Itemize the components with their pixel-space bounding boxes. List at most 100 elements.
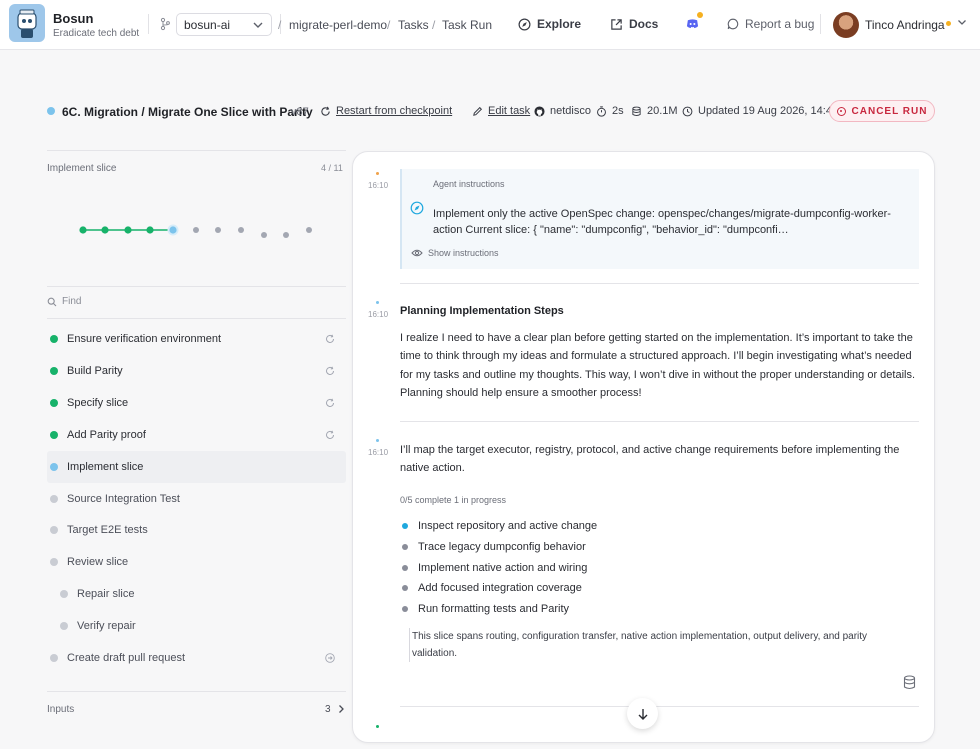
sidebar-step-item[interactable]: Verify repair [47,610,346,642]
chat-bubble-icon [727,18,739,30]
todo-label: Inspect repository and active change [418,520,598,532]
breadcrumb-repo[interactable]: migrate-perl-demo [289,18,387,32]
panel-divider [47,286,346,287]
cancel-run-button[interactable]: CANCEL RUN [829,100,935,122]
show-instructions-toggle[interactable]: Show instructions [411,248,499,258]
user-avatar[interactable] [833,12,859,38]
progress-node[interactable] [124,226,132,234]
external-link-icon [611,18,622,30]
event-timestamp: 16:10 [368,448,389,457]
chevron-down-icon [253,22,263,28]
top-navigation-bar: Bosun Eradicate tech debt bosun-ai / mig… [0,0,980,50]
step-label: Create draft pull request [67,652,186,664]
progress-node[interactable] [169,226,177,234]
step-label: Specify slice [67,396,129,409]
user-name[interactable]: Tinco Andringa [865,18,945,32]
rerun-icon[interactable] [325,398,335,408]
clock-icon [682,106,693,116]
sidebar-step-item[interactable]: Specify slice [47,387,346,419]
report-bug-label: Report a bug [745,17,815,31]
arrow-down-icon [638,708,647,720]
sidebar-step-item[interactable]: Source Integration Test [47,483,346,515]
stopwatch-icon [597,105,606,117]
sidebar-step-item[interactable]: Implement slice [47,450,346,483]
rerun-icon[interactable] [325,430,335,440]
nav-docs[interactable]: Docs [610,17,658,31]
sidebar-step-item[interactable]: Repair slice [47,578,346,610]
progress-node[interactable] [193,227,199,233]
progress-node[interactable] [261,232,267,238]
step-status-dot [50,366,58,375]
progress-node[interactable] [238,227,244,233]
step-label: Build Parity [67,364,123,377]
progress-node[interactable] [215,227,221,233]
timeline-dot [376,725,379,728]
sidebar-step-item[interactable]: Ensure verification environment [47,323,346,355]
repository-link[interactable]: netdisco [534,105,591,117]
notification-dot [697,12,703,18]
progress-node[interactable] [101,226,109,234]
inputs-label[interactable]: Inputs [47,704,74,715]
step-status-dot [60,590,68,599]
breadcrumb-task-run[interactable]: Task Run [442,18,492,32]
discord-icon[interactable] [686,17,699,30]
rerun-icon[interactable] [325,366,335,376]
step-label: Review slice [67,556,129,569]
sidebar-step-item[interactable]: Add Parity proof [47,419,346,451]
todo-note: This slice spans routing, configuration … [409,628,914,662]
organization-select[interactable]: bosun-ai [176,13,272,36]
timeline-dot [376,301,379,304]
step-status-dot [50,526,58,535]
chevron-down-icon[interactable] [957,17,967,27]
agent-instructions-text: Implement only the active OpenSpec chang… [433,208,891,236]
step-status-dot [50,654,58,662]
progress-node[interactable] [79,226,87,234]
edit-task-link[interactable]: Edit task [472,105,530,117]
bosun-logo[interactable] [9,4,45,42]
panel-divider [47,691,346,692]
sidebar-step-item[interactable]: Target E2E tests [47,514,346,546]
inputs-count: 3 [325,704,331,715]
todo-item: Run formatting tests and Parity [400,603,569,615]
sidebar-step-item[interactable]: Review slice [47,546,346,578]
reasoning-text: I realize I need to have a clear plan be… [400,332,916,399]
scroll-to-bottom-button[interactable] [627,698,658,729]
step-label: Implement slice [67,460,144,473]
progress-node[interactable] [283,232,289,238]
updated-value: Updated 19 Aug 2026, 14:43 [698,105,839,117]
restart-from-checkpoint-link[interactable]: Restart from checkpoint [320,105,452,117]
sidebar-step-item[interactable]: Build Parity [47,355,346,387]
rerun-icon[interactable] [325,334,335,344]
step-status-dot [60,622,68,631]
search-icon [47,297,57,306]
find-steps-input[interactable]: Find [47,296,81,307]
database-icon[interactable] [903,675,916,690]
step-status-dot [50,398,58,407]
breadcrumb-tasks[interactable]: Tasks [398,18,429,32]
eye-icon [411,249,423,257]
organization-select-value: bosun-ai [184,18,231,32]
step-label: Add Parity proof [67,428,146,441]
progress-node[interactable] [146,226,154,234]
token-usage-value: 20.1M [647,105,678,117]
timeline-dot [376,172,379,175]
breadcrumb-separator: / [432,18,436,32]
arrow-circle-right-icon[interactable] [325,653,335,663]
step-label: Repair slice [77,588,135,601]
progress-node[interactable] [306,227,312,233]
step-status-dot [50,494,58,503]
nav-explore[interactable]: Explore [518,17,581,31]
sidebar-step-item[interactable]: Create draft pull request [47,642,346,674]
refresh-icon [321,106,330,116]
task-title: 6C. Migration / Migrate One Slice with P… [62,105,313,119]
feed-divider [400,421,919,422]
duration-value: 2s [612,105,624,117]
feed-divider [400,706,919,707]
database-icon [632,106,641,116]
chevron-right-icon[interactable] [337,704,345,714]
event-timestamp: 16:10 [368,310,389,319]
brand-name: Bosun [53,11,94,26]
compass-icon [410,201,424,215]
todo-label: Run formatting tests and Parity [418,603,570,616]
report-bug-link[interactable]: Report a bug [727,17,814,31]
